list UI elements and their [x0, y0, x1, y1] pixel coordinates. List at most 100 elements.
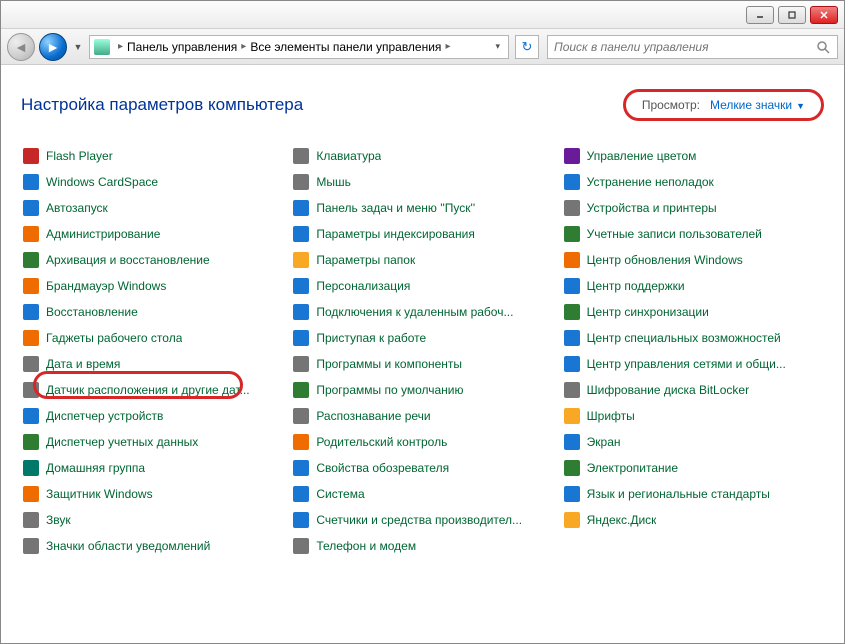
recovery-icon — [23, 304, 39, 320]
control-panel-item-label: Программы и компоненты — [316, 357, 462, 371]
control-panel-item[interactable]: Брандмауэр Windows — [21, 273, 283, 299]
programs-features-icon — [293, 356, 309, 372]
control-panel-item-label: Панель задач и меню ''Пуск'' — [316, 201, 475, 215]
control-panel-item-label: Клавиатура — [316, 149, 381, 163]
control-panel-item[interactable]: Счетчики и средства производител... — [291, 507, 553, 533]
control-panel-item[interactable]: Архивация и восстановление — [21, 247, 283, 273]
control-panel-item[interactable]: Телефон и модем — [291, 533, 553, 559]
maximize-button[interactable] — [778, 6, 806, 24]
control-panel-item[interactable]: Свойства обозревателя — [291, 455, 553, 481]
control-panel-item[interactable]: Центр специальных возможностей — [562, 325, 824, 351]
refresh-icon: ↻ — [522, 39, 533, 55]
control-panel-item[interactable]: Диспетчер устройств — [21, 403, 283, 429]
control-panel-item[interactable]: Персонализация — [291, 273, 553, 299]
region-language-icon — [564, 486, 580, 502]
control-panel-item-label: Центр поддержки — [587, 279, 685, 293]
personalization-icon — [293, 278, 309, 294]
control-panel-item[interactable]: Мышь — [291, 169, 553, 195]
control-panel-item[interactable]: Дата и время — [21, 351, 283, 377]
control-panel-item[interactable]: Центр синхронизации — [562, 299, 824, 325]
titlebar — [1, 1, 844, 29]
breadcrumb-item[interactable]: Все элементы панели управления — [250, 40, 441, 54]
breadcrumb-item[interactable]: Панель управления — [127, 40, 237, 54]
control-panel-item-label: Учетные записи пользователей — [587, 227, 762, 241]
mouse-icon — [293, 174, 309, 190]
device-manager-icon — [23, 408, 39, 424]
control-panel-item[interactable]: Администрирование — [21, 221, 283, 247]
nav-history-dropdown[interactable]: ▼ — [71, 42, 85, 52]
control-panel-item-label: Программы по умолчанию — [316, 383, 463, 397]
back-button[interactable]: ◄ — [7, 33, 35, 61]
control-panel-item[interactable]: Flash Player — [21, 143, 283, 169]
control-panel-item-label: Устранение неполадок — [587, 175, 714, 189]
window-controls — [746, 6, 838, 24]
control-panel-item[interactable]: Панель задач и меню ''Пуск'' — [291, 195, 553, 221]
control-panel-item[interactable]: Шифрование диска BitLocker — [562, 377, 824, 403]
control-panel-item[interactable]: Датчик расположения и другие дат... — [21, 377, 283, 403]
control-panel-item-label: Управление цветом — [587, 149, 697, 163]
notification-icons-icon — [23, 538, 39, 554]
parental-controls-icon — [293, 434, 309, 450]
control-panel-item[interactable]: Учетные записи пользователей — [562, 221, 824, 247]
control-panel-item[interactable]: Экран — [562, 429, 824, 455]
control-panel-item-label: Шрифты — [587, 409, 635, 423]
control-panel-item[interactable]: Программы по умолчанию — [291, 377, 553, 403]
control-panel-item[interactable]: Приступая к работе — [291, 325, 553, 351]
search-input[interactable] — [554, 40, 815, 54]
control-panel-item[interactable]: Параметры папок — [291, 247, 553, 273]
control-panel-item[interactable]: Программы и компоненты — [291, 351, 553, 377]
control-panel-item[interactable]: Система — [291, 481, 553, 507]
control-panel-item[interactable]: Подключения к удаленным рабоч... — [291, 299, 553, 325]
control-panel-item[interactable]: Домашняя группа — [21, 455, 283, 481]
control-panel-item[interactable]: Центр управления сетями и общи... — [562, 351, 824, 377]
content-area: Настройка параметров компьютера Просмотр… — [1, 65, 844, 569]
control-panel-item-label: Распознавание речи — [316, 409, 430, 423]
search-box[interactable] — [547, 35, 838, 59]
bitlocker-icon — [564, 382, 580, 398]
control-panel-item[interactable]: Автозапуск — [21, 195, 283, 221]
breadcrumb-dropdown[interactable]: ▾ — [491, 41, 504, 52]
control-panel-item[interactable]: Звук — [21, 507, 283, 533]
minimize-button[interactable] — [746, 6, 774, 24]
control-panel-item[interactable]: Шрифты — [562, 403, 824, 429]
control-panel-item-label: Экран — [587, 435, 621, 449]
control-panel-item[interactable]: Яндекс.Диск — [562, 507, 824, 533]
forward-button[interactable]: ► — [39, 33, 67, 61]
control-panel-item[interactable]: Восстановление — [21, 299, 283, 325]
speech-icon — [293, 408, 309, 424]
control-panel-item-label: Дата и время — [46, 357, 120, 371]
control-panel-item[interactable]: Защитник Windows — [21, 481, 283, 507]
control-panel-item[interactable]: Язык и региональные стандарты — [562, 481, 824, 507]
breadcrumb-separator: ▸ — [118, 41, 123, 52]
control-panel-item[interactable]: Значки области уведомлений — [21, 533, 283, 559]
control-panel-item-label: Параметры индексирования — [316, 227, 474, 241]
control-panel-item-label: Архивация и восстановление — [46, 253, 210, 267]
control-panel-item[interactable]: Диспетчер учетных данных — [21, 429, 283, 455]
display-icon — [564, 434, 580, 450]
control-panel-item-label: Приступая к работе — [316, 331, 426, 345]
view-dropdown[interactable]: Мелкие значки▼ — [710, 98, 805, 112]
control-panel-item[interactable]: Windows CardSpace — [21, 169, 283, 195]
control-panel-item-label: Автозапуск — [46, 201, 108, 215]
control-panel-item[interactable]: Родительский контроль — [291, 429, 553, 455]
control-panel-item-label: Центр обновления Windows — [587, 253, 743, 267]
power-options-icon — [564, 460, 580, 476]
control-panel-item-label: Гаджеты рабочего стола — [46, 331, 182, 345]
control-panel-item[interactable]: Устройства и принтеры — [562, 195, 824, 221]
control-panel-item[interactable]: Центр обновления Windows — [562, 247, 824, 273]
breadcrumb[interactable]: ▸ Панель управления ▸ Все элементы панел… — [89, 35, 509, 59]
control-panel-item[interactable]: Устранение неполадок — [562, 169, 824, 195]
control-panel-item[interactable]: Центр поддержки — [562, 273, 824, 299]
control-panel-item[interactable]: Распознавание речи — [291, 403, 553, 429]
control-panel-item[interactable]: Электропитание — [562, 455, 824, 481]
control-panel-item[interactable]: Управление цветом — [562, 143, 824, 169]
color-management-icon — [564, 148, 580, 164]
close-button[interactable] — [810, 6, 838, 24]
chevron-down-icon: ▼ — [796, 101, 805, 111]
control-panel-item[interactable]: Гаджеты рабочего стола — [21, 325, 283, 351]
refresh-button[interactable]: ↻ — [515, 35, 539, 59]
datetime-icon — [23, 356, 39, 372]
control-panel-item[interactable]: Клавиатура — [291, 143, 553, 169]
performance-icon — [293, 512, 309, 528]
control-panel-item[interactable]: Параметры индексирования — [291, 221, 553, 247]
